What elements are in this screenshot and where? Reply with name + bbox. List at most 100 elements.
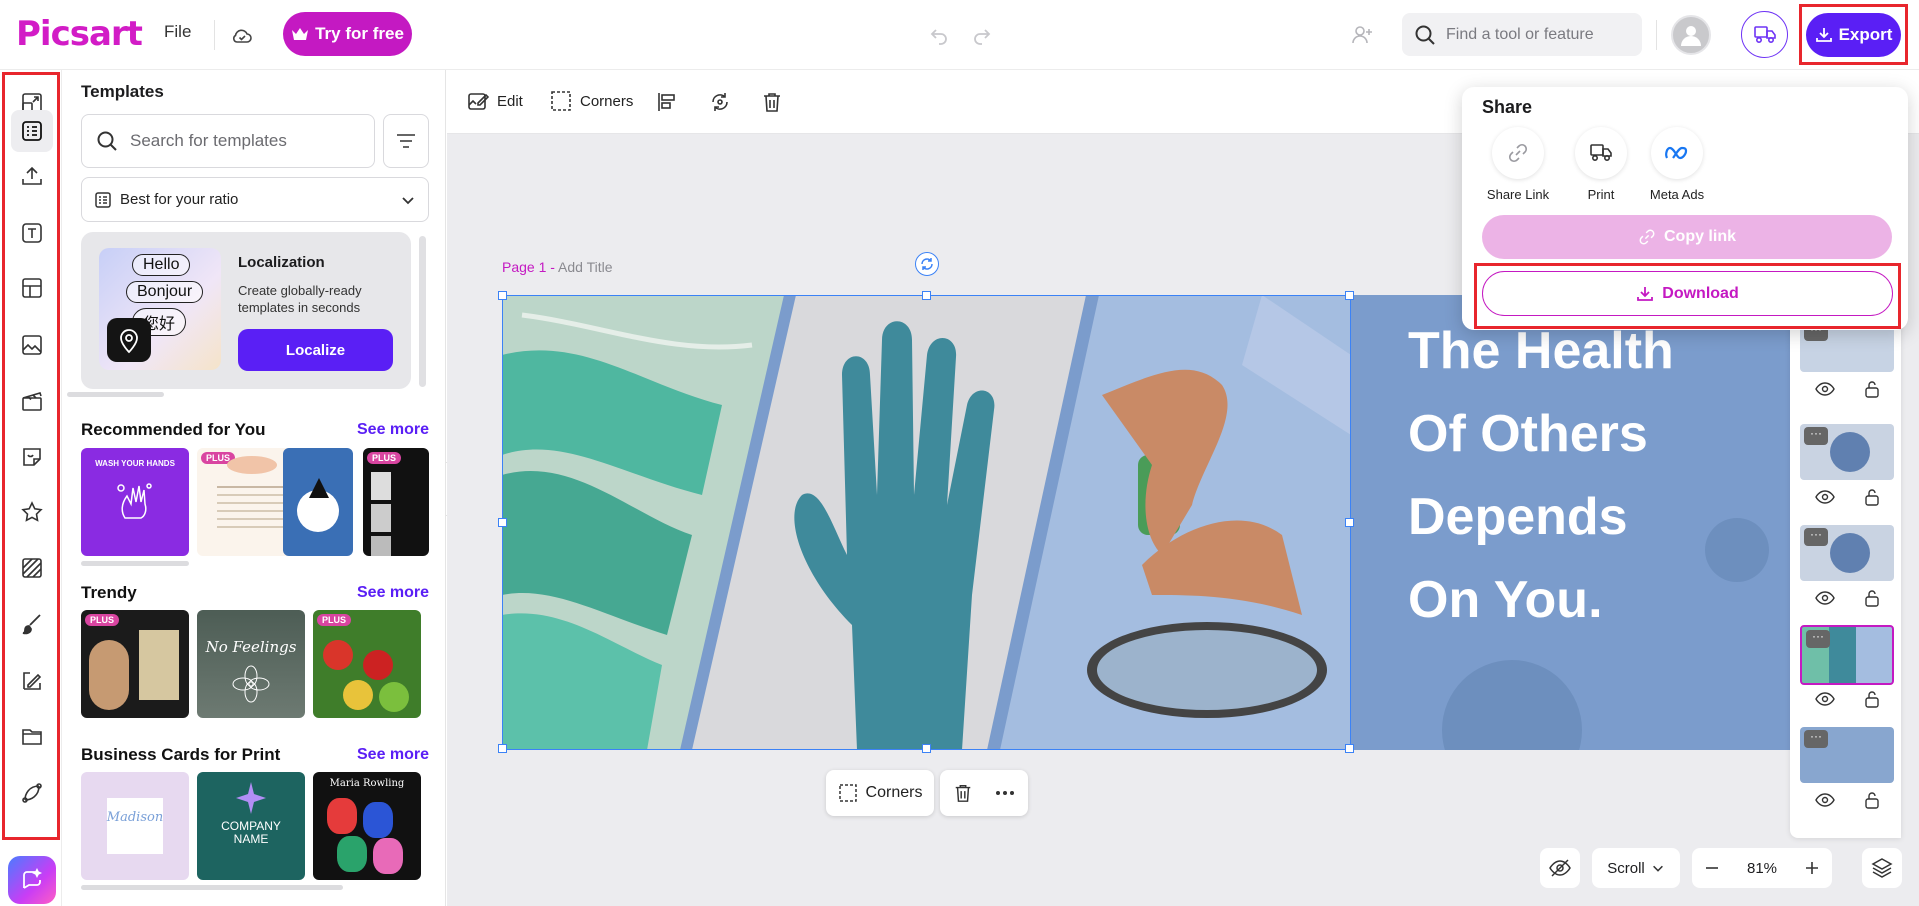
eye-icon[interactable] [1814, 382, 1835, 396]
rail-stickers-button[interactable] [11, 436, 53, 478]
rail-templates-button[interactable] [11, 110, 53, 152]
filter-button[interactable] [383, 114, 429, 168]
business-cards-see-more[interactable]: See more [357, 746, 429, 764]
zoom-out-icon[interactable] [1704, 860, 1720, 876]
zoom-level[interactable]: 81% [1747, 860, 1777, 877]
unlock-icon[interactable] [1864, 488, 1880, 506]
redo-icon[interactable] [968, 21, 996, 49]
try-for-free-button[interactable]: Try for free [283, 12, 412, 56]
rail-folders-button[interactable] [11, 715, 53, 757]
page-thumb-active[interactable]: ··· [1800, 625, 1894, 685]
tool-search-input[interactable] [1446, 25, 1626, 44]
left-tool-rail [0, 70, 62, 906]
localize-button[interactable]: Localize [238, 329, 393, 371]
template-thumb[interactable]: Maria Rowling [313, 772, 421, 880]
page-options-button[interactable]: ··· [1806, 630, 1830, 648]
carousel-scrollbar[interactable] [419, 236, 426, 387]
resize-handle[interactable] [1345, 744, 1354, 753]
invite-user-icon[interactable] [1345, 18, 1379, 52]
top-bar: Picsart File Try for free Export [0, 0, 1919, 70]
layout-icon [22, 278, 42, 298]
eye-icon[interactable] [1814, 490, 1835, 504]
hide-guides-button[interactable] [1540, 848, 1580, 888]
corners-icon [838, 784, 857, 802]
corners-button[interactable]: Corners [550, 90, 633, 112]
unlock-icon[interactable] [1864, 791, 1880, 809]
template-search-bar[interactable] [81, 114, 375, 168]
print-delivery-button[interactable] [1741, 11, 1788, 58]
download-button[interactable]: Download [1482, 271, 1893, 316]
resize-handle[interactable] [922, 291, 931, 300]
more-icon[interactable] [995, 790, 1015, 796]
page-thumb[interactable]: ··· [1800, 727, 1894, 783]
unlock-icon[interactable] [1864, 690, 1880, 708]
resize-handle[interactable] [498, 744, 507, 753]
undo-icon[interactable] [925, 21, 953, 49]
meta-ads-option[interactable]: Meta Ads [1632, 127, 1722, 202]
page-options-button[interactable]: ··· [1804, 730, 1828, 748]
align-icon[interactable] [655, 90, 679, 114]
rail-replay-button[interactable] [11, 772, 53, 814]
zoom-in-icon[interactable] [1804, 860, 1820, 876]
resize-handle[interactable] [922, 744, 931, 753]
template-thumb[interactable]: PLUS [363, 448, 429, 556]
add-page-title[interactable]: Add Title [558, 259, 612, 275]
template-thumb[interactable]: COMPANY NAME [197, 772, 305, 880]
floating-corners-button[interactable]: Corners [826, 770, 934, 816]
rail-background-button[interactable] [11, 547, 53, 589]
animate-icon[interactable] [708, 90, 732, 114]
recommended-see-more[interactable]: See more [357, 421, 429, 439]
user-avatar[interactable] [1671, 15, 1711, 55]
page-thumb[interactable]: ··· [1800, 525, 1894, 581]
rail-brand-button[interactable] [11, 660, 53, 702]
edit-label: Edit [497, 92, 523, 110]
template-thumb[interactable]: WASH YOUR HANDS [81, 448, 189, 556]
page-options-button[interactable]: ··· [1804, 528, 1828, 546]
template-thumb[interactable]: PLUS [81, 610, 189, 718]
trash-icon[interactable] [760, 90, 784, 114]
layers-button[interactable] [1862, 848, 1902, 888]
rail-video-button[interactable] [11, 380, 53, 422]
ai-assistant-button[interactable] [8, 856, 56, 904]
rail-layout-button[interactable] [11, 267, 53, 309]
template-thumb[interactable]: No Feelings [197, 610, 305, 718]
rail-draw-button[interactable] [11, 603, 53, 645]
rail-text-button[interactable] [11, 212, 53, 254]
resize-handle[interactable] [498, 291, 507, 300]
cloud-save-icon[interactable] [228, 22, 256, 50]
eye-icon[interactable] [1814, 692, 1835, 706]
ratio-dropdown[interactable]: Best for your ratio [81, 177, 429, 222]
edit-button[interactable]: Edit [467, 90, 523, 112]
unlock-icon[interactable] [1864, 380, 1880, 398]
file-menu[interactable]: File [164, 22, 191, 42]
virus-shape [1830, 432, 1870, 472]
share-link-option[interactable]: Share Link [1473, 127, 1563, 202]
resize-handle[interactable] [498, 518, 507, 527]
page-controls [1800, 376, 1894, 402]
rail-photos-button[interactable] [11, 324, 53, 366]
tool-search-bar[interactable] [1402, 13, 1642, 56]
headline-text[interactable]: The Health Of Others Depends On You. [1408, 310, 1790, 642]
view-mode-dropdown[interactable]: Scroll [1592, 848, 1680, 888]
template-thumb[interactable]: Madison [81, 772, 189, 880]
picsart-logo[interactable]: Picsart [16, 14, 143, 54]
page-options-button[interactable]: ··· [1804, 427, 1828, 445]
eye-icon[interactable] [1814, 793, 1835, 807]
template-thumb[interactable] [283, 448, 353, 556]
export-button[interactable]: Export [1806, 13, 1901, 57]
trash-icon[interactable] [953, 783, 973, 803]
template-search-input[interactable] [130, 131, 350, 151]
copy-link-button[interactable]: Copy link [1482, 215, 1892, 259]
rotate-handle[interactable] [915, 252, 939, 276]
unlock-icon[interactable] [1864, 589, 1880, 607]
trendy-see-more[interactable]: See more [357, 584, 429, 602]
template-thumb[interactable]: PLUS [313, 610, 421, 718]
resize-handle[interactable] [1345, 291, 1354, 300]
rail-favorites-button[interactable] [11, 491, 53, 533]
selection-box[interactable] [498, 291, 1354, 753]
page-thumb[interactable]: ··· [1800, 424, 1894, 480]
eye-icon[interactable] [1814, 591, 1835, 605]
download-label: Download [1662, 284, 1739, 302]
rail-upload-button[interactable] [11, 155, 53, 197]
resize-handle[interactable] [1345, 518, 1354, 527]
